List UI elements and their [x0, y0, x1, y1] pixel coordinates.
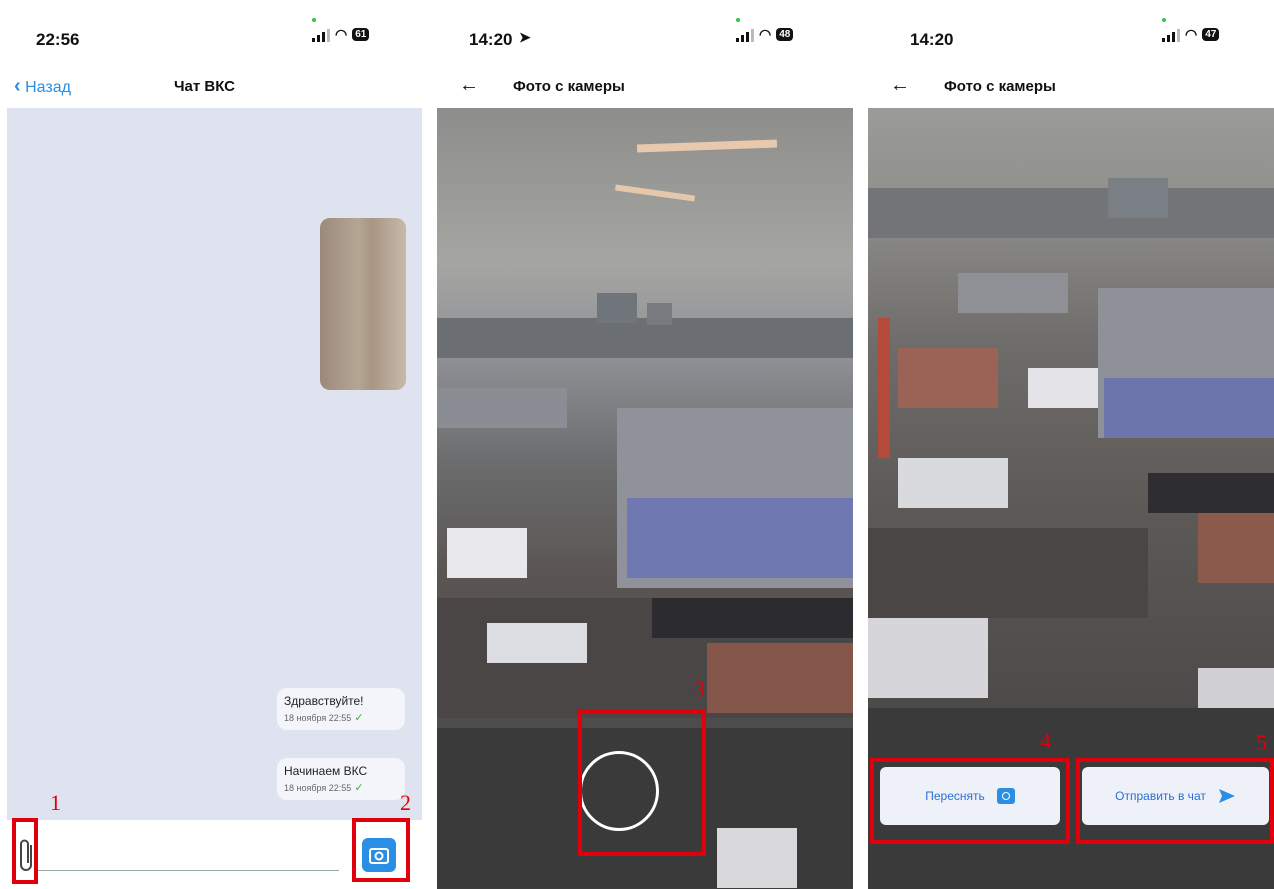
mic-indicator: [312, 18, 316, 22]
battery-icon: 47: [1202, 28, 1220, 41]
message-time: 18 ноября 22:55: [284, 783, 352, 793]
wifi-icon: ◠: [1185, 26, 1198, 42]
status-time: 14:20: [910, 30, 954, 49]
camera-navbar: ← Фото с камеры: [437, 62, 853, 108]
wifi-icon: ◠: [335, 26, 348, 42]
annotation-number-3: 3: [694, 676, 705, 701]
status-bar: 22:56 ◠ 61: [0, 0, 424, 62]
check-icon: ✓: [354, 712, 364, 724]
annotation-box-5: [1076, 758, 1274, 844]
signal-icon: [736, 28, 754, 42]
status-bar: 14:20 ➤ ◠ 48: [437, 0, 853, 62]
annotation-box-1: [12, 818, 38, 884]
annotation-box-4: [870, 758, 1070, 844]
status-time: 14:20: [469, 30, 513, 49]
annotation-number-4: 4: [1040, 728, 1051, 753]
annotation-number-1: 1: [50, 790, 61, 815]
message-input[interactable]: [38, 870, 339, 871]
chat-title: Чат ВКС: [174, 78, 236, 95]
annotation-box-3: [578, 710, 706, 856]
battery-icon: 61: [352, 28, 370, 41]
photo-message[interactable]: [320, 218, 406, 390]
back-arrow-icon[interactable]: ←: [890, 74, 910, 97]
status-bar: 14:20 ◠ 47: [868, 0, 1274, 62]
message-time: 18 ноября 22:55: [284, 713, 352, 723]
message-text: Начинаем ВКС: [284, 764, 368, 778]
screen-title: Фото с камеры: [513, 78, 625, 95]
message-bubble: Начинаем ВКС 18 ноября 22:55 ✓: [277, 758, 405, 800]
annotation-box-2: [352, 818, 410, 882]
message-bubble: Здравствуйте! 18 ноября 22:55 ✓: [277, 688, 405, 730]
check-icon: ✓: [354, 782, 364, 794]
photo-preview-screen: 14:20 ◠ 47 ← Фото с камеры Переснять Отп…: [868, 0, 1274, 889]
chevron-left-icon: ‹: [14, 75, 21, 97]
battery-icon: 48: [776, 28, 794, 41]
annotation-number-5: 5: [1256, 730, 1267, 755]
mic-indicator: [1162, 18, 1166, 22]
screen-title: Фото с камеры: [944, 78, 1056, 95]
wifi-icon: ◠: [759, 26, 772, 42]
message-text: Здравствуйте!: [284, 694, 364, 708]
message-list: Здравствуйте! 18 ноября 22:55 ✓ Начинаем …: [7, 108, 422, 820]
status-time: 22:56: [36, 30, 80, 49]
chat-screen: 22:56 ◠ 61 ‹ Назад Чат ВКС Здравствуйте!…: [0, 0, 424, 889]
back-arrow-icon[interactable]: ←: [459, 74, 479, 97]
chat-navbar: ‹ Назад Чат ВКС: [0, 62, 424, 108]
annotation-number-2: 2: [400, 790, 411, 815]
location-icon: ➤: [519, 29, 531, 45]
signal-icon: [312, 28, 330, 42]
signal-icon: [1162, 28, 1180, 42]
mic-indicator: [736, 18, 740, 22]
back-label: Назад: [25, 79, 71, 96]
preview-navbar: ← Фото с камеры: [868, 62, 1274, 108]
back-button[interactable]: ‹ Назад: [14, 75, 71, 98]
